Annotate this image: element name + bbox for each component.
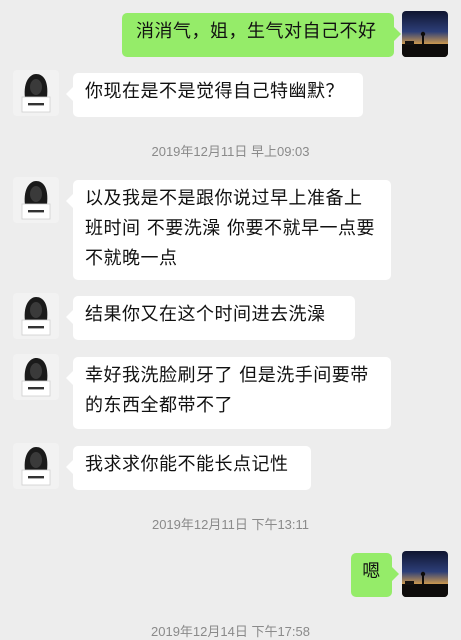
my-avatar[interactable] bbox=[402, 11, 448, 57]
sunset-photo-avatar-icon bbox=[402, 11, 448, 57]
contact-avatar[interactable] bbox=[13, 177, 59, 223]
message-text: 以及我是不是跟你说过早上准备上班时间 不要洗澡 你要不就早一点要不就晚一点 bbox=[85, 188, 375, 269]
message-bubble-incoming[interactable]: 以及我是不是跟你说过早上准备上班时间 不要洗澡 你要不就早一点要不就晚一点 bbox=[66, 180, 391, 280]
message-bubble-incoming[interactable]: 结果你又在这个时间进去洗澡 bbox=[66, 296, 355, 340]
girl-sign-avatar-icon bbox=[13, 443, 59, 489]
sunset-photo-avatar-icon bbox=[402, 551, 448, 597]
timestamp: 2019年12月11日 早上09:03 bbox=[151, 144, 310, 159]
girl-sign-avatar-icon bbox=[13, 177, 59, 223]
message-bubble-incoming[interactable]: 幸好我洗脸刷牙了 但是洗手间要带的东西全都带不了 bbox=[66, 357, 391, 429]
message-text: 嗯 bbox=[362, 561, 381, 582]
timestamp: 2019年12月14日 下午17:58 bbox=[151, 624, 310, 639]
message-text: 你现在是不是觉得自己特幽默？ bbox=[85, 81, 344, 102]
girl-sign-avatar-icon bbox=[13, 354, 59, 400]
message-text: 我求求你能不能长点记性 bbox=[85, 454, 289, 475]
message-text: 结果你又在这个时间进去洗澡 bbox=[85, 304, 326, 325]
girl-sign-avatar-icon bbox=[13, 70, 59, 116]
contact-avatar[interactable] bbox=[13, 354, 59, 400]
message-text: 幸好我洗脸刷牙了 但是洗手间要带的东西全都带不了 bbox=[85, 365, 369, 416]
contact-avatar[interactable] bbox=[13, 443, 59, 489]
message-bubble-outgoing[interactable]: 消消气，姐，生气对自己不好 bbox=[122, 13, 401, 57]
contact-avatar[interactable] bbox=[13, 293, 59, 339]
contact-avatar[interactable] bbox=[13, 70, 59, 116]
message-bubble-incoming[interactable]: 我求求你能不能长点记性 bbox=[66, 446, 311, 490]
message-bubble-outgoing[interactable]: 嗯 bbox=[351, 553, 399, 597]
my-avatar[interactable] bbox=[402, 551, 448, 597]
message-text: 消消气，姐，生气对自己不好 bbox=[136, 21, 377, 42]
message-bubble-incoming[interactable]: 你现在是不是觉得自己特幽默？ bbox=[66, 73, 363, 117]
message-row: 消消气，姐，生气对自己不好 bbox=[0, 0, 461, 60]
girl-sign-avatar-icon bbox=[13, 293, 59, 339]
timestamp: 2019年12月11日 下午13:11 bbox=[151, 517, 310, 532]
